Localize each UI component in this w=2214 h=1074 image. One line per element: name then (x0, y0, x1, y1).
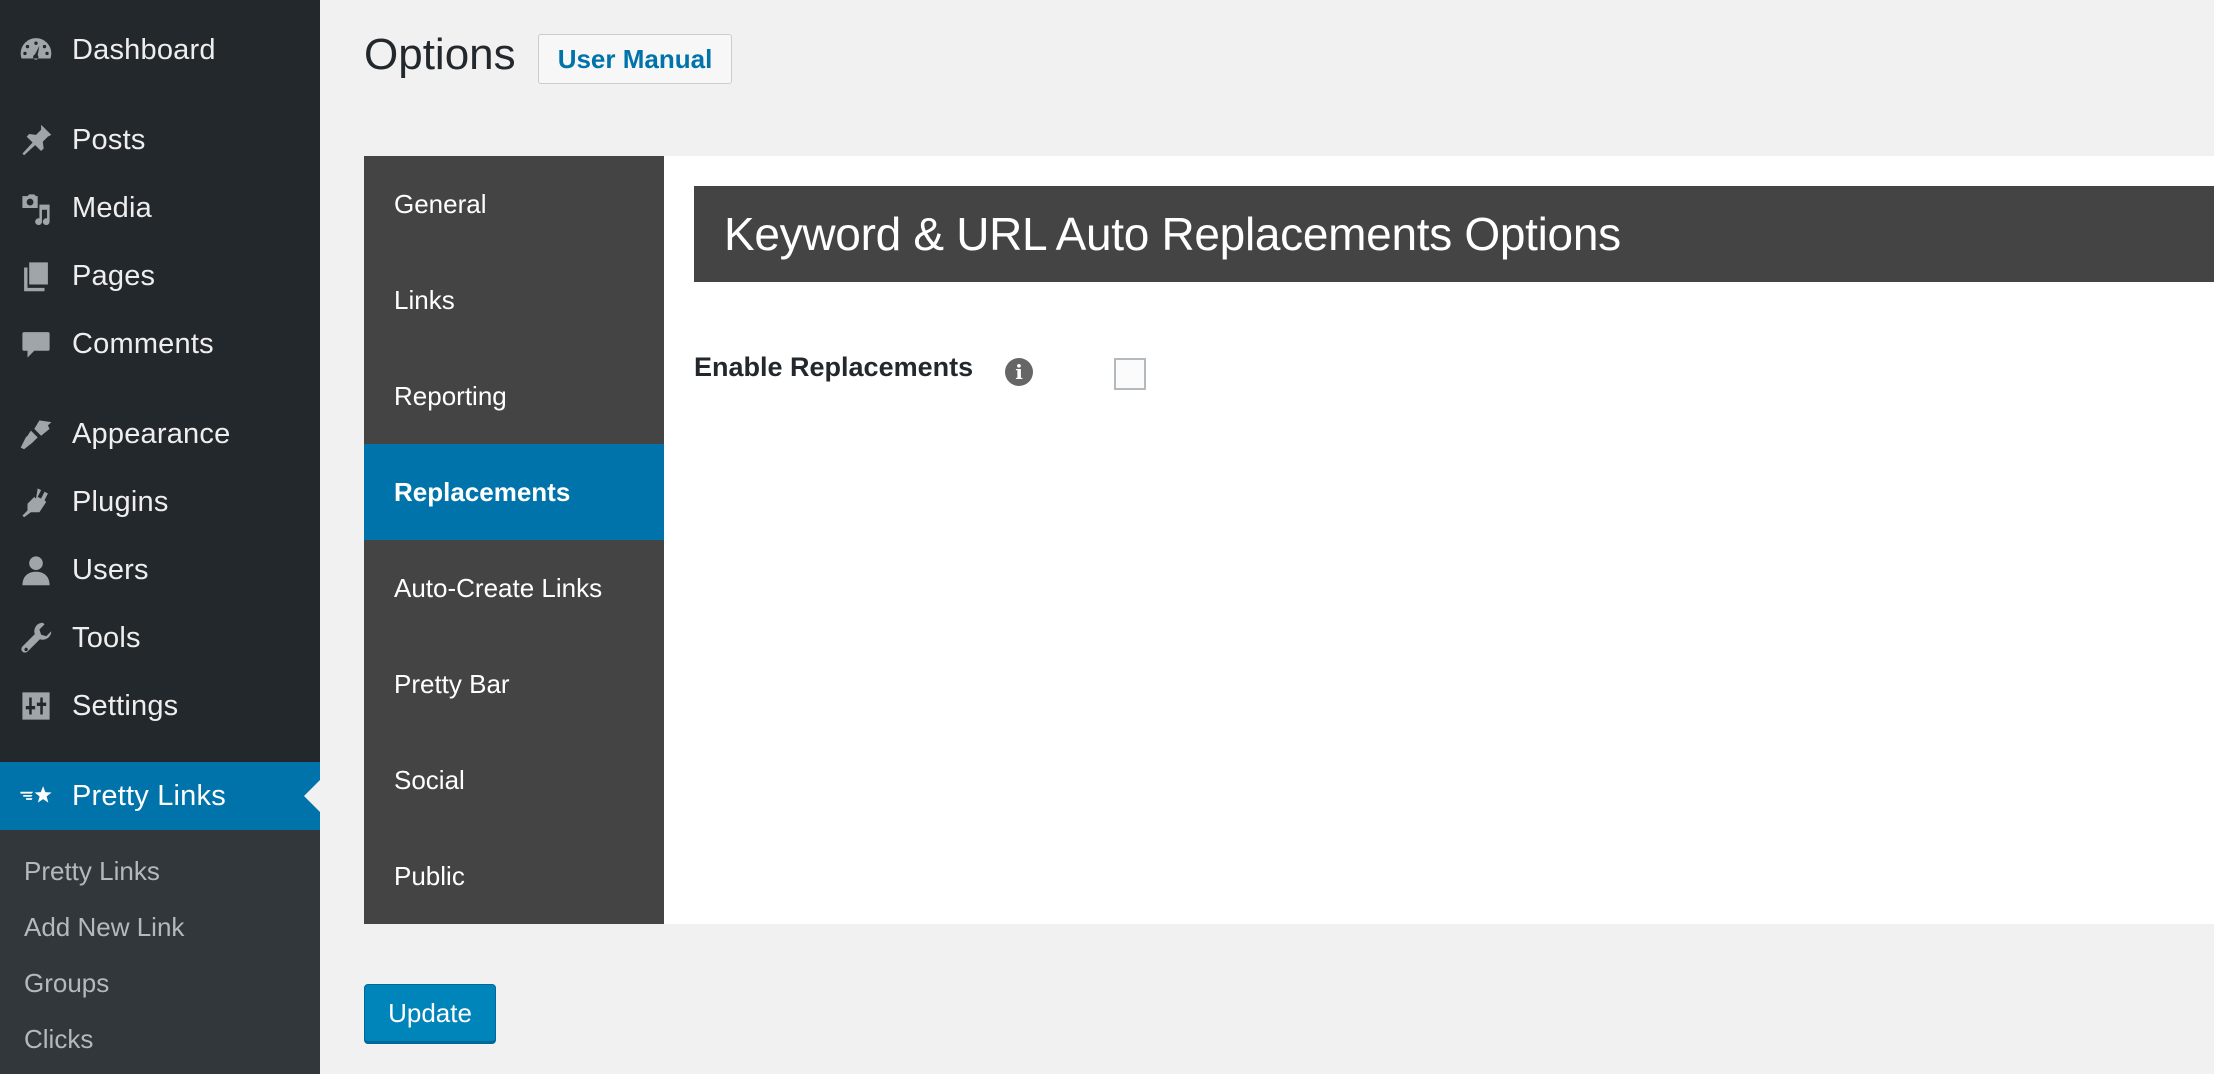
pages-icon (18, 258, 54, 294)
sidebar-item-label: Posts (72, 123, 146, 156)
submenu-item-clicks[interactable]: Clicks (24, 1024, 93, 1055)
admin-sidebar: Dashboard Posts Media Pages Comments App… (0, 0, 320, 1074)
sidebar-item-pages[interactable]: Pages (0, 248, 320, 304)
sidebar-item-plugins[interactable]: Plugins (0, 474, 320, 530)
update-button[interactable]: Update (364, 984, 496, 1042)
tab-links[interactable]: Links (364, 252, 664, 348)
submenu-item-groups[interactable]: Groups (24, 968, 109, 999)
options-tabs: General Links Reporting Replacements Aut… (364, 156, 664, 924)
plug-icon (18, 484, 54, 520)
dashboard-icon (18, 32, 54, 68)
enable-replacements-checkbox[interactable] (1114, 358, 1146, 390)
sidebar-item-label: Pretty Links (72, 779, 226, 812)
sidebar-item-comments[interactable]: Comments (0, 316, 320, 372)
page-title: Options (364, 30, 516, 79)
sidebar-item-label: Appearance (72, 417, 231, 450)
sidebar-item-label: Comments (72, 327, 214, 360)
sidebar-item-users[interactable]: Users (0, 542, 320, 598)
sidebar-item-appearance[interactable]: Appearance (0, 406, 320, 462)
user-icon (18, 552, 54, 588)
enable-replacements-label: Enable Replacements (694, 352, 974, 382)
sliders-icon (18, 688, 54, 724)
shooting-star-icon (18, 778, 54, 814)
info-icon[interactable]: i (1005, 358, 1033, 386)
pin-icon (18, 122, 54, 158)
section-title: Keyword & URL Auto Replacements Options (694, 186, 2214, 282)
tab-social[interactable]: Social (364, 732, 664, 828)
sidebar-item-posts[interactable]: Posts (0, 112, 320, 168)
sidebar-item-label: Settings (72, 689, 179, 722)
comment-icon (18, 326, 54, 362)
submenu-item-add-new-link[interactable]: Add New Link (24, 912, 184, 943)
sidebar-item-label: Dashboard (72, 33, 216, 66)
submenu-item-pretty-links[interactable]: Pretty Links (24, 856, 160, 887)
tab-pretty-bar[interactable]: Pretty Bar (364, 636, 664, 732)
pretty-links-submenu: Pretty Links Add New Link Groups Clicks (0, 830, 320, 1074)
wrench-icon (18, 620, 54, 656)
sidebar-item-label: Users (72, 553, 149, 586)
sidebar-item-label: Tools (72, 621, 141, 654)
tab-general[interactable]: General (364, 156, 664, 252)
tab-public[interactable]: Public (364, 828, 664, 924)
tab-replacements[interactable]: Replacements (364, 444, 664, 540)
tab-auto-create-links[interactable]: Auto-Create Links (364, 540, 664, 636)
sidebar-item-settings[interactable]: Settings (0, 678, 320, 734)
sidebar-item-dashboard[interactable]: Dashboard (0, 22, 320, 78)
sidebar-item-tools[interactable]: Tools (0, 610, 320, 666)
options-panel: General Links Reporting Replacements Aut… (364, 156, 2214, 924)
media-icon (18, 190, 54, 226)
user-manual-button[interactable]: User Manual (538, 34, 732, 84)
paintbrush-icon (18, 416, 54, 452)
sidebar-item-label: Plugins (72, 485, 169, 518)
sidebar-item-label: Pages (72, 259, 156, 292)
sidebar-item-media[interactable]: Media (0, 180, 320, 236)
sidebar-item-label: Media (72, 191, 152, 224)
sidebar-item-pretty-links[interactable]: Pretty Links (0, 762, 320, 830)
tab-reporting[interactable]: Reporting (364, 348, 664, 444)
